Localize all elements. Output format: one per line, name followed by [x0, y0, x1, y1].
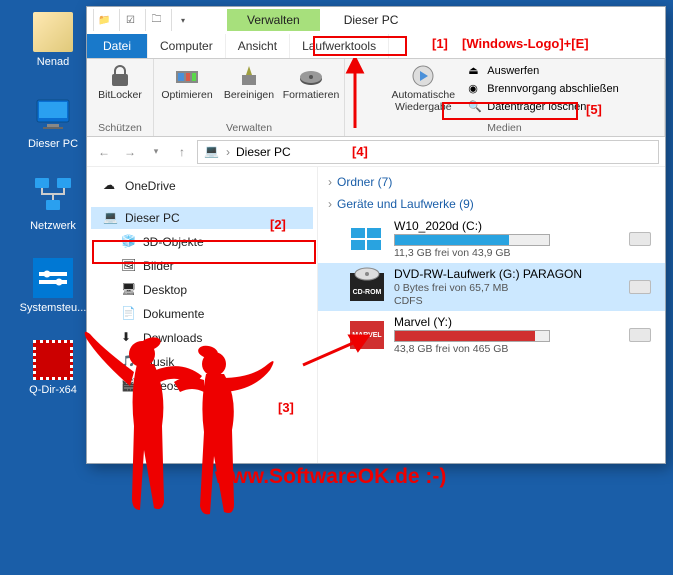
eject-icon: ⏏ — [468, 64, 482, 78]
cube-icon: 🧊 — [121, 234, 137, 250]
group-label: Medien — [487, 122, 521, 134]
back-button[interactable]: ← — [93, 141, 115, 163]
titlebar: 📁 ☑ 🗀 Verwalten Dieser PC — [87, 7, 665, 33]
desktop-icon-user[interactable]: Nenad — [18, 12, 88, 68]
cleanup-button[interactable]: Bereinigen — [220, 61, 278, 103]
drive-tile-icon — [629, 328, 651, 342]
forward-button[interactable]: → — [119, 141, 141, 163]
nav-videos[interactable]: 🎬Videos — [91, 375, 313, 397]
drive-filesystem: CDFS — [394, 295, 619, 307]
annotation-label-4: [4] — [352, 144, 368, 159]
qat-new-folder-icon[interactable]: 🗀 — [145, 9, 167, 31]
annotation-label-1: [1] — [432, 36, 448, 51]
watermark: www.SoftwareOK.de :-) — [215, 465, 446, 489]
drive-free-space: 11,3 GB frei von 43,9 GB — [394, 247, 619, 259]
nav-3d-objects[interactable]: 🧊3D-Objekte — [91, 231, 313, 253]
desktop-icon-label: Systemsteu... — [20, 302, 87, 314]
desktop-icon-label: Q-Dir-x64 — [29, 384, 77, 396]
video-icon: 🎬 — [121, 378, 137, 394]
desktop-icon: 🖥 — [121, 282, 137, 298]
group-folders[interactable]: Ordner (7) — [318, 171, 665, 193]
quick-access-toolbar: 📁 ☑ 🗀 — [87, 9, 199, 31]
capacity-bar — [394, 234, 550, 246]
window-title: Dieser PC — [344, 13, 399, 27]
address-bar[interactable]: 💻 › Dieser PC — [197, 140, 659, 164]
tab-drive-tools[interactable]: Laufwerktools — [290, 34, 389, 58]
cdrom-icon: CD-ROM — [350, 273, 384, 301]
drive-name: W10_2020d (C:) — [394, 219, 619, 233]
navigation-pane: ☁OneDrive 💻Dieser PC 🧊3D-Objekte 🖼Bilder… — [87, 167, 317, 463]
up-button[interactable]: ↑ — [171, 141, 193, 163]
erase-icon: 🔍 — [468, 100, 482, 114]
cloud-icon: ☁ — [103, 178, 119, 194]
drive-free-space: 43,8 GB frei von 465 GB — [394, 343, 619, 355]
annotation-label-2: [2] — [270, 217, 286, 232]
qat-properties-icon[interactable]: ☑ — [119, 9, 141, 31]
eject-button[interactable]: ⏏Auswerfen — [464, 63, 622, 79]
annotation-arrow-4 — [340, 58, 370, 140]
desktop-icon-this-pc[interactable]: Dieser PC — [18, 94, 88, 150]
annotation-arrow-3 — [298, 330, 378, 370]
optimize-button[interactable]: Optimieren — [158, 61, 216, 103]
drive-name: DVD-RW-Laufwerk (G:) PARAGON — [394, 267, 619, 281]
annotation-label-5: [5] — [586, 102, 602, 117]
bitlocker-button[interactable]: BitLocker — [91, 61, 149, 103]
explorer-window: 📁 ☑ 🗀 Verwalten Dieser PC Datei Computer… — [86, 6, 666, 464]
nav-onedrive[interactable]: ☁OneDrive — [91, 175, 313, 197]
annotation-label-3: [3] — [278, 400, 294, 415]
burn-icon: ◉ — [468, 82, 482, 96]
nav-documents[interactable]: 📄Dokumente — [91, 303, 313, 325]
drive-tile-icon — [629, 280, 651, 294]
ribbon-group-media: Automatische Wiedergabe ⏏Auswerfen ◉Bren… — [345, 59, 665, 136]
drive-tile-icon — [629, 232, 651, 246]
desktop-icon-control-panel[interactable]: Systemsteu... — [18, 258, 88, 314]
drive-name: Marvel (Y:) — [394, 315, 619, 329]
ribbon: BitLocker Schützen Optimieren Bereinigen… — [87, 59, 665, 137]
doc-icon: 📄 — [121, 306, 137, 322]
nav-downloads[interactable]: ⬇Downloads — [91, 327, 313, 349]
address-bar-area: ← → ▾ ↑ 💻 › Dieser PC — [87, 137, 665, 167]
nav-pictures[interactable]: 🖼Bilder — [91, 255, 313, 277]
nav-desktop[interactable]: 🖥Desktop — [91, 279, 313, 301]
history-dropdown[interactable]: ▾ — [145, 141, 167, 163]
desktop-icon-qdir[interactable]: Q-Dir-x64 — [18, 340, 88, 396]
download-icon: ⬇ — [121, 330, 137, 346]
tab-file[interactable]: Datei — [87, 34, 148, 58]
drive-c[interactable]: W10_2020d (C:) 11,3 GB frei von 43,9 GB — [318, 215, 665, 263]
drive-g-dvd[interactable]: CD-ROM DVD-RW-Laufwerk (G:) PARAGON 0 By… — [318, 263, 665, 311]
desktop-icon-label: Dieser PC — [28, 138, 78, 150]
capacity-bar — [394, 330, 550, 342]
manage-context-tab: Verwalten — [227, 9, 320, 31]
breadcrumb-item[interactable]: Dieser PC — [236, 145, 291, 159]
desktop-icon-label: Netzwerk — [30, 220, 76, 232]
format-button[interactable]: Formatieren — [282, 61, 340, 103]
pc-icon: 💻 — [204, 144, 220, 160]
autoplay-button[interactable]: Automatische Wiedergabe — [386, 61, 460, 115]
finish-burn-button[interactable]: ◉Brennvorgang abschließen — [464, 81, 622, 97]
content-pane: Ordner (7) Geräte und Laufwerke (9) W10_… — [317, 167, 665, 463]
ribbon-group-protect: BitLocker Schützen — [87, 59, 154, 136]
qat-dropdown-icon[interactable] — [171, 9, 193, 31]
ribbon-group-manage: Optimieren Bereinigen Formatieren Verwal… — [154, 59, 345, 136]
desktop-icon-network[interactable]: Netzwerk — [18, 176, 88, 232]
group-drives[interactable]: Geräte und Laufwerke (9) — [318, 193, 665, 215]
group-label: Schützen — [98, 122, 142, 134]
nav-music[interactable]: 🎵Musik — [91, 351, 313, 373]
tab-view[interactable]: Ansicht — [226, 34, 290, 58]
image-icon: 🖼 — [121, 258, 137, 274]
desktop-icon-label: Nenad — [37, 56, 69, 68]
tab-computer[interactable]: Computer — [148, 34, 226, 58]
group-label: Verwalten — [226, 122, 272, 134]
pc-icon: 💻 — [103, 210, 119, 226]
drive-free-space: 0 Bytes frei von 65,7 MB — [394, 282, 619, 294]
windows-drive-icon — [350, 225, 384, 253]
annotation-shortcut: [Windows-Logo]+[E] — [462, 36, 589, 51]
music-icon: 🎵 — [121, 354, 137, 370]
qat-folder-icon[interactable]: 📁 — [93, 9, 115, 31]
